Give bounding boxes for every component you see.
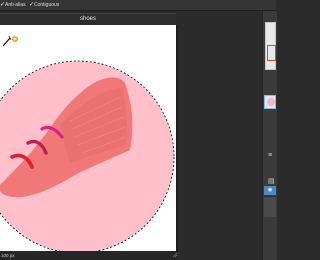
- editor-window: ✓ Anti-alias ✓ Contiguous shoes 100 px ≡…: [0, 0, 277, 260]
- canvas-scrollbar[interactable]: [176, 25, 178, 251]
- check-icon: ✓: [0, 2, 6, 8]
- canvas-artwork: [0, 60, 175, 251]
- status-bar: 100 px: [0, 251, 178, 260]
- layer-row[interactable]: [264, 196, 276, 217]
- layer-preview: [267, 98, 275, 106]
- eye-icon[interactable]: ◉: [268, 187, 272, 193]
- check-icon: ✓: [29, 2, 35, 8]
- tool-options-bar: ✓ Anti-alias ✓ Contiguous: [0, 0, 276, 11]
- contiguous-checkbox[interactable]: ✓ Contiguous: [29, 0, 59, 10]
- zoom-readout: 100 px: [1, 253, 15, 258]
- contiguous-label: Contiguous: [34, 2, 60, 8]
- selected-layer-row[interactable]: ◉: [264, 186, 276, 195]
- image-canvas[interactable]: [0, 25, 176, 251]
- anti-alias-checkbox[interactable]: ✓ Anti-alias: [0, 0, 26, 10]
- anti-alias-label: Anti-alias: [5, 2, 26, 8]
- hamburger-icon[interactable]: ≡: [268, 152, 276, 159]
- magic-wand-icon: [2, 35, 18, 47]
- layer-thumbnail[interactable]: [264, 95, 276, 109]
- document-title[interactable]: shoes: [0, 13, 176, 25]
- layers-icon[interactable]: ▤: [268, 178, 276, 185]
- resize-grip-icon[interactable]: [172, 252, 178, 258]
- navigator-viewport-box[interactable]: [267, 45, 276, 61]
